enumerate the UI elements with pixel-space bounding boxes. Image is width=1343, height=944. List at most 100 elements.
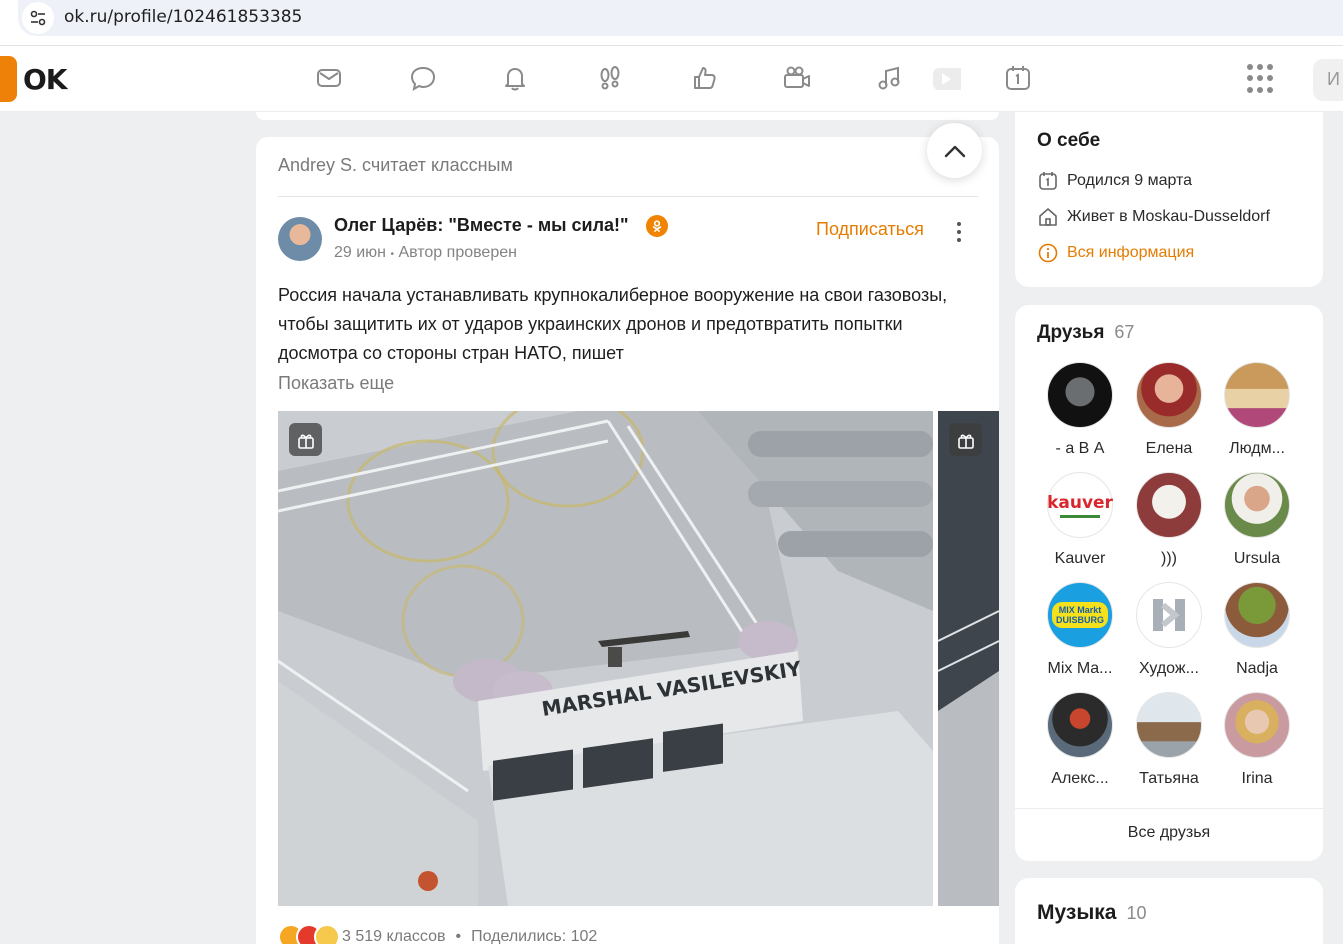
chevron-up-icon bbox=[944, 145, 965, 157]
url-text[interactable]: ok.ru/profile/102461853385 bbox=[64, 7, 302, 27]
all-info-link[interactable]: Вся информация bbox=[1037, 242, 1194, 264]
friends-count: 67 bbox=[1114, 322, 1135, 342]
friend-name: Mix Ma... bbox=[1047, 660, 1113, 677]
gift-icon[interactable] bbox=[289, 423, 322, 456]
all-info-text[interactable]: Вся информация bbox=[1067, 244, 1194, 262]
logo-text: OK bbox=[23, 62, 67, 96]
friend-item[interactable]: Худож... bbox=[1126, 582, 1212, 678]
friend-name: Irina bbox=[1241, 770, 1273, 787]
friend-name: ))) bbox=[1161, 550, 1177, 567]
subscribe-button[interactable]: Подписаться bbox=[816, 219, 924, 240]
about-title: О себе bbox=[1037, 130, 1101, 151]
music-title[interactable]: Музыка 10 bbox=[1037, 901, 1147, 925]
friend-item[interactable]: Людм... bbox=[1214, 362, 1300, 458]
tune-icon[interactable] bbox=[22, 2, 54, 34]
birthday-row: Родился 9 марта bbox=[1037, 170, 1192, 192]
previous-post-bottom bbox=[256, 112, 999, 120]
calendar-icon[interactable] bbox=[1000, 60, 1036, 96]
friend-avatar bbox=[1224, 472, 1290, 538]
music-count: 10 bbox=[1126, 903, 1147, 923]
search-input[interactable]: И bbox=[1313, 59, 1343, 101]
friend-item[interactable]: Алекс... bbox=[1037, 692, 1123, 788]
video-camera-icon[interactable] bbox=[779, 60, 815, 96]
friend-item[interactable]: ))) bbox=[1126, 472, 1212, 568]
author-avatar[interactable] bbox=[278, 217, 322, 261]
bell-icon[interactable] bbox=[497, 60, 533, 96]
mix-markt-logo-text: MIX Markt DUISBURG bbox=[1052, 602, 1108, 628]
browser-address-bar: ok.ru/profile/102461853385 bbox=[0, 0, 1343, 46]
post-author-name[interactable]: Олег Царёв: "Вместе - мы сила!" bbox=[334, 215, 629, 236]
friend-name: - а В А bbox=[1055, 440, 1105, 457]
friend-name: Nadja bbox=[1236, 660, 1278, 677]
chat-bubble-icon[interactable] bbox=[405, 60, 441, 96]
party-reaction-icon bbox=[314, 924, 340, 944]
author-verified-label: Автор проверен bbox=[398, 244, 517, 261]
feed-post-card: Andrey S. считает классным Олег Царёв: "… bbox=[256, 137, 999, 944]
verified-badge-icon bbox=[646, 215, 668, 237]
location-row: Живет в Moskau-Dusseldorf bbox=[1037, 206, 1270, 228]
friend-name: Худож... bbox=[1139, 660, 1199, 677]
music-title-text[interactable]: Музыка bbox=[1037, 901, 1116, 924]
friend-avatar bbox=[1136, 472, 1202, 538]
friend-avatar bbox=[1136, 582, 1202, 648]
footprints-icon[interactable] bbox=[592, 60, 628, 96]
reaction-icons[interactable] bbox=[278, 924, 340, 944]
friend-avatar bbox=[1136, 692, 1202, 758]
post-photo-next[interactable] bbox=[938, 411, 999, 906]
friends-title[interactable]: Друзья 67 bbox=[1037, 322, 1134, 344]
friend-name: Ursula bbox=[1233, 550, 1281, 567]
all-friends-link[interactable]: Все друзья bbox=[1015, 824, 1323, 842]
friend-item[interactable]: MIX Markt DUISBURG Mix Ma... bbox=[1037, 582, 1123, 678]
friend-avatar bbox=[1047, 692, 1113, 758]
likes-count[interactable]: 3 519 классов bbox=[342, 928, 445, 944]
friend-avatar bbox=[1224, 362, 1290, 428]
friend-avatar bbox=[1047, 362, 1113, 428]
friend-item[interactable]: Irina bbox=[1214, 692, 1300, 788]
shares-separator: • bbox=[455, 928, 462, 944]
show-more-link[interactable]: Показать еще bbox=[278, 373, 394, 394]
birthday-text: Родился 9 марта bbox=[1067, 172, 1193, 189]
friend-avatar bbox=[1224, 582, 1290, 648]
music-note-icon[interactable] bbox=[872, 60, 908, 96]
friend-item[interactable]: Nadja bbox=[1214, 582, 1300, 678]
top-navigation: OK И bbox=[0, 46, 1343, 112]
info-icon bbox=[1038, 243, 1058, 263]
liked-by-label: Andrey S. считает классным bbox=[278, 155, 513, 175]
location-text: Живет в Moskau-Dusseldorf bbox=[1067, 208, 1270, 225]
post-reactions: 3 519 классов • Поделились: 102 bbox=[278, 924, 597, 944]
divider bbox=[1015, 808, 1323, 809]
about-card: О себе Родился 9 марта Живет в Moskau-Du… bbox=[1015, 112, 1323, 287]
friend-item[interactable]: - а В А bbox=[1037, 362, 1123, 458]
friend-item[interactable]: Ursula bbox=[1214, 472, 1300, 568]
mail-icon[interactable] bbox=[311, 60, 347, 96]
ok-logo-mark bbox=[0, 56, 17, 102]
friend-item[interactable]: Татьяна bbox=[1126, 692, 1212, 788]
more-options-icon[interactable] bbox=[953, 220, 965, 244]
post-date[interactable]: 29 июн bbox=[334, 244, 386, 261]
calendar-icon bbox=[1039, 172, 1057, 190]
friend-name: Алекс... bbox=[1051, 770, 1109, 787]
post-photo[interactable]: MARSHAL VASILEVSKIY bbox=[278, 411, 933, 906]
post-text: Россия начала устанавливать крупнокалибе… bbox=[278, 285, 948, 363]
kauver-logo-text: kauver bbox=[1047, 492, 1113, 513]
home-icon bbox=[1039, 208, 1057, 226]
scroll-to-top-button[interactable] bbox=[927, 123, 982, 178]
ok-logo[interactable]: OK bbox=[0, 56, 67, 102]
divider bbox=[278, 196, 978, 197]
friend-avatar bbox=[1224, 692, 1290, 758]
friends-card: Друзья 67 - а В А Елена Людм... kauver Ka… bbox=[1015, 305, 1323, 861]
friends-title-text[interactable]: Друзья bbox=[1037, 322, 1104, 343]
gift-icon[interactable] bbox=[949, 423, 982, 456]
music-card: Музыка 10 bbox=[1015, 878, 1323, 944]
friend-name: Елена bbox=[1145, 440, 1193, 457]
friend-item[interactable]: Елена bbox=[1126, 362, 1212, 458]
meta-separator: • bbox=[390, 249, 394, 260]
shares-count[interactable]: Поделились: 102 bbox=[471, 928, 597, 944]
thumbs-up-icon[interactable] bbox=[686, 60, 722, 96]
friend-item[interactable]: kauver Kauver bbox=[1037, 472, 1123, 568]
friend-name: Татьяна bbox=[1139, 770, 1199, 787]
play-icon[interactable] bbox=[928, 60, 964, 96]
post-meta: 29 июн • Автор проверен bbox=[334, 244, 517, 262]
friend-avatar: kauver bbox=[1047, 472, 1113, 538]
apps-grid-icon[interactable] bbox=[1247, 64, 1277, 94]
